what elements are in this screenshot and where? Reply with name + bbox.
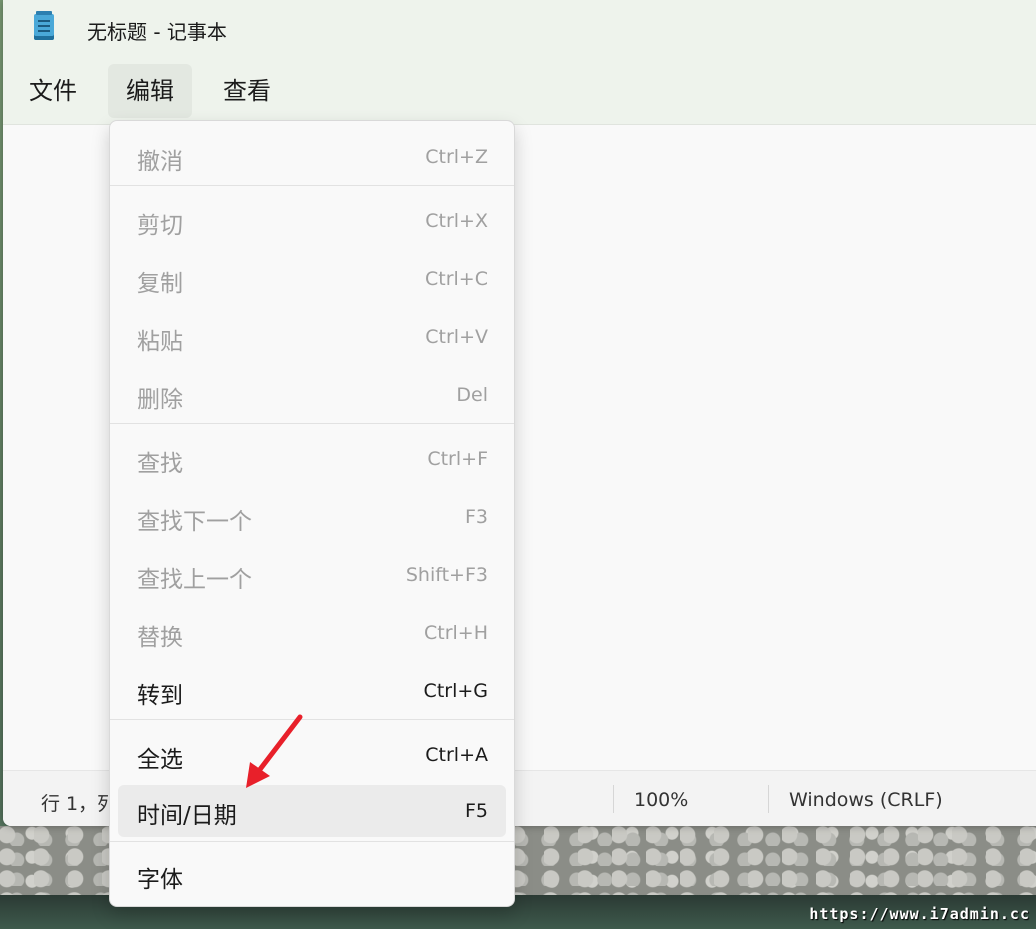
menu-separator (110, 719, 514, 720)
menu-item-goto[interactable]: 转到 Ctrl+G (118, 665, 506, 717)
window-title: 无标题 - 记事本 (87, 20, 227, 44)
menu-item-shortcut: Ctrl+A (425, 744, 488, 766)
menu-item-find[interactable]: 查找 Ctrl+F (118, 433, 506, 485)
menu-item-label: 查找下一个 (137, 509, 252, 535)
menu-item-shortcut: Ctrl+F (427, 448, 488, 470)
menu-item-label: 时间/日期 (137, 803, 237, 829)
menu-item-shortcut: Ctrl+X (425, 210, 488, 232)
menu-item-label: 复制 (137, 271, 183, 297)
title-bar: 无标题 - 记事本 (3, 0, 1036, 58)
menu-item-shortcut: Del (456, 384, 488, 406)
menu-item-shortcut: Shift+F3 (405, 564, 488, 586)
menu-item-font[interactable]: 字体 (118, 849, 506, 901)
status-position: 行 1，列 (41, 793, 117, 815)
menu-item-label: 撤消 (137, 149, 183, 175)
menu-item-copy[interactable]: 复制 Ctrl+C (118, 253, 506, 305)
menu-separator (110, 841, 514, 842)
menu-item-label: 查找 (137, 451, 183, 477)
edit-menu-dropdown: 撤消 Ctrl+Z 剪切 Ctrl+X 复制 Ctrl+C 粘贴 Ctrl+V … (109, 120, 515, 907)
menu-item-label: 剪切 (137, 213, 183, 239)
notepad-icon (34, 11, 54, 40)
menu-item-shortcut: Ctrl+C (425, 268, 488, 290)
menu-item-shortcut: Ctrl+H (423, 622, 488, 644)
menu-bar: 文件 编辑 查看 (3, 58, 1036, 125)
menu-item-undo[interactable]: 撤消 Ctrl+Z (118, 131, 506, 183)
menu-edit[interactable]: 编辑 (108, 64, 192, 118)
menu-item-shortcut: F3 (464, 506, 488, 528)
menu-item-label: 替换 (137, 625, 183, 651)
status-separator (613, 785, 614, 813)
menu-item-shortcut: F5 (464, 800, 488, 822)
menu-view[interactable]: 查看 (205, 64, 289, 118)
menu-item-shortcut: Ctrl+Z (425, 146, 488, 168)
menu-item-find-previous[interactable]: 查找上一个 Shift+F3 (118, 549, 506, 601)
menu-item-label: 字体 (137, 867, 183, 893)
menu-item-label: 全选 (137, 747, 183, 773)
menu-item-time-date[interactable]: 时间/日期 F5 (118, 785, 506, 837)
menu-file[interactable]: 文件 (11, 64, 95, 118)
menu-item-delete[interactable]: 删除 Del (118, 369, 506, 421)
menu-item-label: 转到 (137, 683, 183, 709)
menu-item-find-next[interactable]: 查找下一个 F3 (118, 491, 506, 543)
menu-item-shortcut: Ctrl+G (423, 680, 488, 702)
menu-item-shortcut: Ctrl+V (425, 326, 488, 348)
annotation-arrow-icon (246, 714, 303, 788)
menu-item-label: 粘贴 (137, 329, 183, 355)
menu-item-label: 查找上一个 (137, 567, 252, 593)
menu-separator (110, 423, 514, 424)
menu-separator (110, 185, 514, 186)
status-line-ending: Windows (CRLF) (789, 789, 943, 811)
menu-item-replace[interactable]: 替换 Ctrl+H (118, 607, 506, 659)
status-separator (768, 785, 769, 813)
watermark: https://www.i7admin.cc (809, 905, 1030, 923)
menu-item-label: 删除 (137, 387, 183, 413)
menu-item-cut[interactable]: 剪切 Ctrl+X (118, 195, 506, 247)
status-zoom: 100% (634, 789, 689, 811)
menu-item-paste[interactable]: 粘贴 Ctrl+V (118, 311, 506, 363)
menu-item-select-all[interactable]: 全选 Ctrl+A (118, 729, 506, 781)
